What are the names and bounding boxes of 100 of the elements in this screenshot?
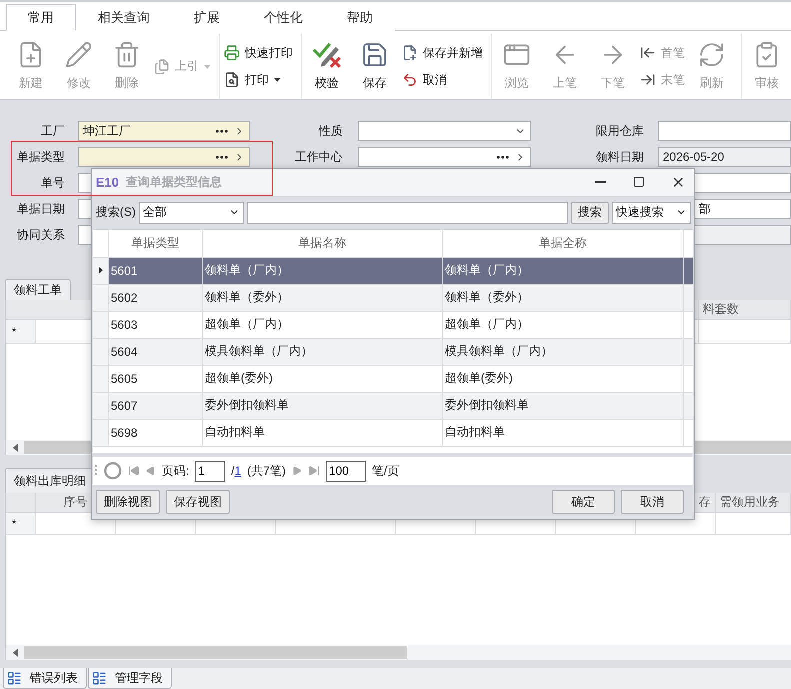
table-row[interactable]: 5601 领料单（厂内） 领料单（厂内） — [93, 258, 693, 285]
input-field[interactable]: 部 — [694, 199, 791, 219]
toolbar-button[interactable]: 保存并新增 — [402, 44, 483, 62]
column-header: 单据类型 — [132, 234, 180, 252]
page-size-unit: 笔/页 — [372, 462, 400, 480]
table-cell: 委外倒扣领料单 — [445, 397, 529, 414]
ellipsis-icon[interactable] — [216, 130, 228, 132]
panel-icon — [92, 670, 107, 686]
ellipsis-icon[interactable] — [216, 156, 228, 158]
table-cell: 5604 — [111, 344, 138, 359]
trash-icon — [113, 41, 141, 69]
table-cell: 超领单（厂内） — [445, 316, 529, 334]
pencil-icon — [65, 41, 93, 69]
table-cell: 5603 — [111, 318, 138, 332]
next-page-icon[interactable] — [292, 466, 302, 476]
input-field[interactable]: 2026-05-20 — [658, 147, 791, 167]
view-button[interactable]: 保存视图 — [166, 490, 230, 514]
caret-icon — [274, 78, 281, 82]
table-row[interactable]: 5602 领料单（委外） 领料单（委外） — [93, 284, 693, 312]
dialog-button[interactable]: 取消 — [621, 490, 684, 514]
page-field[interactable]: 1 — [195, 460, 226, 482]
app-logo: E10 — [96, 174, 120, 190]
table-row[interactable]: 5603 超领单（厂内） 超领单（厂内） — [93, 312, 693, 339]
panel-tab[interactable]: 错误列表 — [3, 668, 87, 689]
table-cell: 超领单(委外) — [205, 370, 273, 388]
file-plus-icon — [402, 45, 418, 61]
input-field[interactable] — [694, 225, 791, 245]
documents-icon — [154, 58, 170, 74]
print-preview-icon — [224, 72, 240, 88]
input-field[interactable] — [658, 121, 791, 141]
scroll-left-icon[interactable] — [12, 648, 18, 656]
column-header: 序号 — [64, 494, 88, 511]
table-cell: 领料单（委外） — [445, 289, 529, 306]
refresh-icon — [698, 41, 726, 69]
current-row-icon — [98, 267, 102, 274]
ellipsis-icon[interactable] — [497, 156, 509, 158]
field-label: 性质 — [318, 122, 344, 140]
minimize-icon — [594, 181, 606, 184]
table-row[interactable]: 5605 超领单(委外) 超领单(委外) — [93, 366, 693, 393]
field-label: 工作中心 — [294, 148, 344, 166]
table-cell: 超领单（厂内） — [205, 316, 289, 334]
input-field[interactable] — [358, 147, 531, 167]
view-button[interactable]: 删除视图 — [96, 490, 160, 514]
last-page-icon[interactable] — [308, 465, 320, 478]
circle-icon[interactable] — [104, 462, 122, 480]
printer-icon — [224, 45, 240, 61]
column-header: 单据全称 — [539, 234, 587, 252]
table-cell: 领料单（厂内） — [445, 262, 529, 280]
save-icon — [361, 41, 389, 69]
toolbar-button[interactable]: 保存 — [354, 34, 396, 99]
search-button[interactable]: 搜索 — [571, 202, 609, 224]
input-field[interactable]: 坤江工厂 — [78, 121, 250, 141]
dialog-title: 查询单据类型信息 — [126, 174, 224, 191]
toolbar-button[interactable]: 取消 — [402, 72, 483, 88]
field-label: 协同关系 — [16, 226, 66, 244]
table-row[interactable]: 5607 委外倒扣领料单 委外倒扣领料单 — [93, 392, 693, 420]
table-row[interactable]: 5698 自动扣料单 自动扣料单 — [93, 420, 693, 447]
input-field[interactable] — [694, 173, 791, 193]
table-cell: 5698 — [111, 426, 138, 440]
field-label: 限用仓库 — [595, 122, 645, 140]
table-cell: 领料单（委外） — [205, 289, 289, 306]
page-separator: / — [231, 464, 235, 478]
table-cell: 模具领料单（厂内） — [205, 343, 313, 360]
toolbar-button[interactable]: 校验 — [306, 34, 348, 99]
scrollbar-thumb[interactable] — [24, 646, 407, 659]
table-row[interactable]: 5604 模具领料单（厂内） 模具领料单（厂内） — [93, 338, 693, 366]
table-cell: 领料单（厂内） — [205, 262, 289, 280]
toolbar-button[interactable]: 快速打印 — [224, 44, 293, 62]
table-cell: 5605 — [111, 372, 138, 386]
table-cell: 委外倒扣领料单 — [205, 397, 289, 414]
first-record-icon — [640, 45, 656, 61]
table-cell: 5601 — [111, 264, 138, 278]
undo-icon — [402, 72, 418, 88]
toolbar-button[interactable]: 打印 — [224, 72, 293, 88]
column-header: 料套数 — [703, 301, 739, 318]
table-cell: 5602 — [111, 290, 138, 305]
previous-page-icon[interactable] — [146, 466, 156, 476]
column-header: 单据名称 — [298, 234, 346, 252]
panel-tab[interactable]: 管理字段 — [88, 668, 172, 689]
panel-icon — [7, 670, 22, 686]
grid-tab[interactable]: 领料工单 — [5, 279, 71, 300]
total-pages-link[interactable]: 1 — [234, 464, 242, 478]
table-cell: 自动扣料单 — [445, 424, 505, 442]
scope-select[interactable]: 全部 — [139, 202, 244, 224]
input-field[interactable] — [358, 121, 531, 141]
maximize-icon — [633, 176, 645, 188]
search-field[interactable] — [247, 202, 568, 224]
first-page-icon[interactable] — [128, 465, 140, 478]
ribbon-tab[interactable]: 常用 — [6, 4, 76, 31]
column-header: 需领用业务 — [720, 494, 780, 511]
search-mode-select[interactable]: 快速搜索 — [612, 202, 691, 224]
dialog-button[interactable]: 确定 — [552, 490, 615, 514]
scroll-left-icon[interactable] — [12, 444, 18, 452]
last-record-icon — [640, 72, 656, 88]
new-row-mark: * — [12, 324, 17, 338]
input-field[interactable] — [78, 147, 250, 167]
field-label: 单据类型 — [16, 148, 66, 166]
check-pencil-icon — [312, 41, 342, 69]
page-size-field[interactable]: 100 — [326, 460, 366, 482]
record-count: (共7笔) — [247, 462, 286, 480]
